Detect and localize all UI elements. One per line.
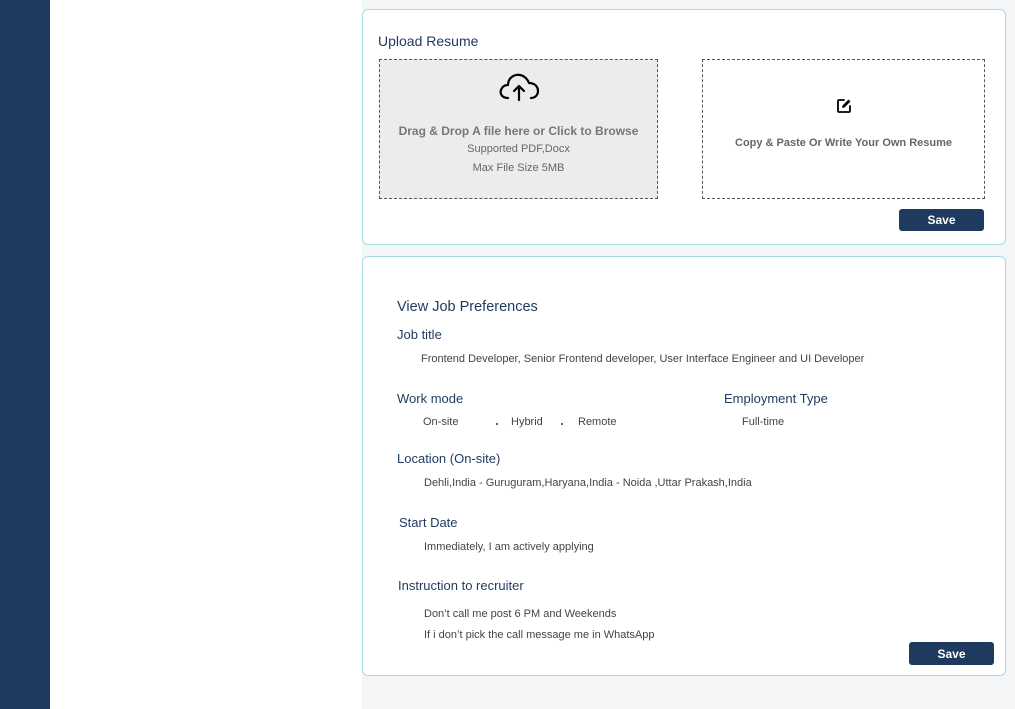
save-resume-button[interactable]: Save — [899, 209, 984, 231]
upload-resume-title: Upload Resume — [378, 33, 479, 49]
cloud-upload-icon — [380, 72, 657, 102]
separator-dot — [496, 423, 498, 425]
write-resume-box[interactable]: Copy & Paste Or Write Your Own Resume — [702, 59, 985, 199]
left-panel — [50, 0, 362, 709]
start-date-value: Immediately, I am actively applying — [424, 541, 594, 553]
sidebar — [0, 0, 50, 709]
work-mode-label: Work mode — [397, 391, 464, 406]
write-resume-text: Copy & Paste Or Write Your Own Resume — [735, 137, 952, 149]
edit-icon — [703, 98, 984, 114]
instruction-line-2: If i don’t pick the call message me in W… — [424, 629, 655, 641]
instruction-line-1: Don’t call me post 6 PM and Weekends — [424, 608, 617, 620]
dropzone-main-text: Drag & Drop A file here or Click to Brow… — [398, 124, 639, 138]
job-title-value: Frontend Developer, Senior Frontend deve… — [421, 353, 865, 365]
dropzone-supported-text: Supported PDF,Docx — [467, 143, 570, 155]
upload-resume-card: Upload Resume Drag & Drop A file here or… — [362, 9, 1006, 245]
employment-type-value: Full-time — [742, 416, 785, 428]
start-date-label: Start Date — [399, 515, 458, 530]
save-preferences-button[interactable]: Save — [909, 642, 994, 665]
location-label: Location (On-site) — [397, 451, 501, 466]
work-mode-hybrid: Hybrid — [511, 416, 543, 428]
resume-dropzone[interactable]: Drag & Drop A file here or Click to Brow… — [379, 59, 658, 199]
work-mode-remote: Remote — [578, 416, 617, 428]
job-title-label: Job title — [397, 327, 442, 342]
instruction-label: Instruction to recruiter — [398, 578, 524, 593]
job-preferences-title: View Job Preferences — [397, 299, 538, 315]
job-preferences-card: View Job Preferences Job title Frontend … — [362, 256, 1006, 676]
work-mode-onsite: On-site — [423, 416, 459, 428]
dropzone-max-size-text: Max File Size 5MB — [472, 162, 565, 174]
employment-type-label: Employment Type — [724, 391, 828, 406]
location-value: Dehli,India - Guruguram,Haryana,India - … — [424, 477, 752, 489]
separator-dot — [561, 423, 563, 425]
